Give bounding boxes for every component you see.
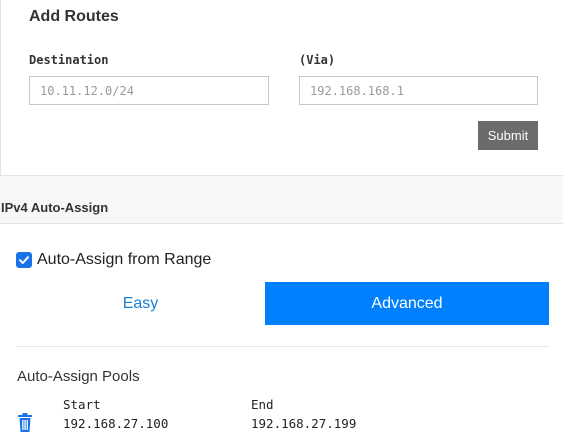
ipv4-auto-assign-title: IPv4 Auto-Assign: [1, 200, 109, 215]
tab-advanced[interactable]: Advanced: [265, 282, 549, 325]
pool-end-header: End: [251, 397, 274, 412]
via-input[interactable]: [299, 76, 538, 105]
add-routes-card: Add Routes Destination (Via) Submit: [0, 0, 563, 176]
add-routes-title: Add Routes: [29, 8, 119, 25]
trash-icon[interactable]: [17, 413, 33, 432]
divider: [16, 346, 549, 347]
pool-start-value: 192.168.27.100: [63, 416, 169, 431]
pool-start-header: Start: [63, 397, 101, 412]
destination-input[interactable]: [29, 76, 269, 105]
auto-assign-checkbox-row[interactable]: Auto-Assign from Range: [16, 250, 211, 270]
network-settings-page: Add Routes Destination (Via) Submit IPv4…: [0, 0, 563, 443]
auto-assign-label: Auto-Assign from Range: [37, 251, 212, 268]
auto-assign-checkbox[interactable]: [16, 252, 32, 268]
tab-easy[interactable]: Easy: [16, 282, 265, 325]
via-label: (Via): [299, 53, 336, 67]
submit-button[interactable]: Submit: [478, 121, 538, 150]
pool-end-value: 192.168.27.199: [251, 416, 357, 431]
auto-assign-pools-title: Auto-Assign Pools: [17, 368, 140, 385]
destination-label: Destination: [29, 53, 109, 67]
check-icon: [19, 256, 29, 264]
ipv4-auto-assign-header: IPv4 Auto-Assign: [0, 176, 563, 224]
